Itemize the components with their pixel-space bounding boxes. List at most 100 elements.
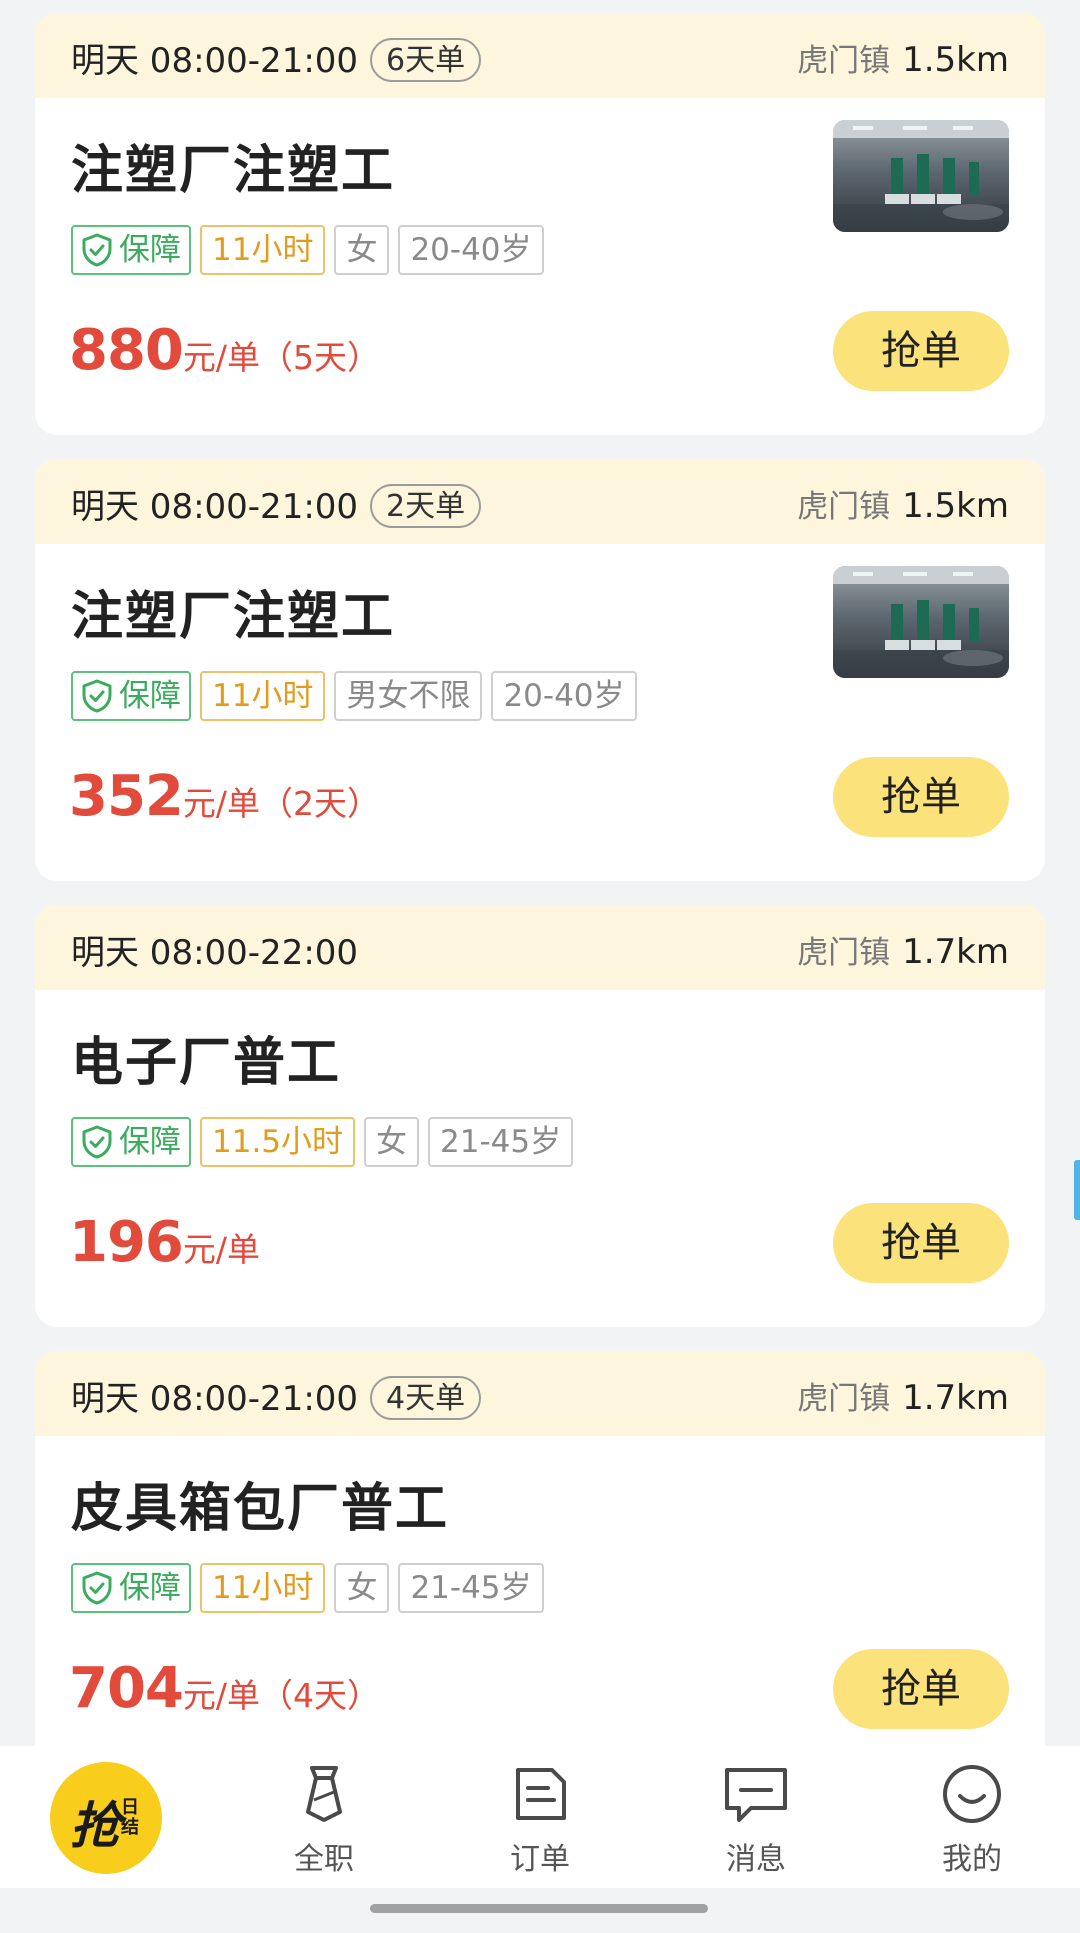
location-distance: 1.7km <box>902 932 1009 972</box>
price-amount: 704 <box>69 1656 184 1721</box>
location-distance: 1.5km <box>902 486 1009 526</box>
price-amount: 880 <box>69 318 184 383</box>
grab-daily-sub-text: 日结 <box>121 1797 139 1838</box>
job-price: 352元/单（2天） <box>69 764 380 829</box>
grab-daily-main-text: 抢 <box>70 1797 120 1855</box>
price-unit: 元/单（2天） <box>182 784 381 823</box>
job-title[interactable]: 注塑厂注塑工 <box>71 574 395 649</box>
hours-tag: 11小时 <box>200 1563 326 1613</box>
location-distance: 1.7km <box>902 1378 1009 1418</box>
location-name: 虎门镇 <box>797 489 891 525</box>
hours-tag: 11小时 <box>200 225 326 275</box>
location-name: 虎门镇 <box>797 935 891 971</box>
tab-label: 全职 <box>294 1842 354 1877</box>
tab-messages[interactable]: 消息 <box>648 1746 864 1888</box>
guarantee-tag: 保障 <box>71 1563 191 1613</box>
price-unit: 元/单（4天） <box>182 1676 381 1715</box>
age-tag: 20-40岁 <box>398 225 544 275</box>
grab-daily-icon[interactable]: 抢 日结 <box>50 1762 162 1874</box>
job-tags: 保障 11.5小时 女 21-45岁 <box>71 1117 574 1167</box>
price-amount: 196 <box>69 1210 184 1275</box>
guarantee-label: 保障 <box>119 232 181 268</box>
days-badge: 4天单 <box>370 1375 482 1420</box>
job-location: 虎门镇 1.5km <box>797 481 1009 526</box>
shield-check-icon <box>82 679 112 713</box>
guarantee-tag: 保障 <box>71 671 191 721</box>
grab-order-button[interactable]: 抢单 <box>833 311 1009 391</box>
shield-check-icon <box>82 1125 112 1159</box>
age-tag: 21-45岁 <box>428 1117 574 1167</box>
job-card[interactable]: 明天 08:00-21:00 4天单 虎门镇 1.7km 皮具箱包厂普工 保障 11… <box>35 1351 1045 1773</box>
message-icon <box>725 1768 787 1822</box>
guarantee-tag: 保障 <box>71 1117 191 1167</box>
tie-icon <box>306 1766 342 1822</box>
tab-fulltime[interactable]: 全职 <box>216 1746 432 1888</box>
gender-tag: 女 <box>334 1563 390 1613</box>
job-time-text: 明天 08:00-21:00 <box>71 487 359 527</box>
job-card-header: 明天 08:00-22:00 虎门镇 1.7km <box>35 905 1045 990</box>
tab-label: 消息 <box>726 1842 786 1877</box>
hours-tag: 11.5小时 <box>200 1117 356 1167</box>
job-price: 196元/单 <box>69 1210 260 1275</box>
age-tag: 20-40岁 <box>491 671 637 721</box>
job-tags: 保障 11小时 女 21-45岁 <box>71 1563 544 1613</box>
grab-order-button[interactable]: 抢单 <box>833 1649 1009 1729</box>
location-name: 虎门镇 <box>797 1381 891 1417</box>
price-unit: 元/单（5天） <box>182 338 381 377</box>
days-badge: 6天单 <box>370 37 482 82</box>
gender-tag: 女 <box>364 1117 420 1167</box>
job-card-header: 明天 08:00-21:00 4天单 虎门镇 1.7km <box>35 1351 1045 1436</box>
tab-orders[interactable]: 订单 <box>432 1746 648 1888</box>
job-time: 明天 08:00-22:00 <box>71 925 358 974</box>
shield-check-icon <box>82 1571 112 1605</box>
location-distance: 1.5km <box>902 40 1009 80</box>
price-amount: 352 <box>69 764 184 829</box>
job-card[interactable]: 明天 08:00-21:00 6天单 虎门镇 1.5km 注塑厂注塑工 保障 1… <box>35 13 1045 435</box>
days-badge: 2天单 <box>370 483 482 528</box>
age-tag: 21-45岁 <box>398 1563 544 1613</box>
job-tags: 保障 11小时 男女不限 20-40岁 <box>71 671 637 721</box>
job-price: 880元/单（5天） <box>69 318 380 383</box>
price-unit: 元/单 <box>182 1230 261 1269</box>
job-time: 明天 08:00-21:00 2天单 <box>71 479 482 531</box>
document-icon <box>516 1768 566 1820</box>
job-card[interactable]: 明天 08:00-21:00 2天单 虎门镇 1.5km 注塑厂注塑工 保障 1… <box>35 459 1045 881</box>
factory-thumbnail[interactable] <box>833 120 1009 232</box>
job-tags: 保障 11小时 女 20-40岁 <box>71 225 544 275</box>
grab-order-button[interactable]: 抢单 <box>833 757 1009 837</box>
tab-label: 订单 <box>510 1842 570 1877</box>
guarantee-tag: 保障 <box>71 225 191 275</box>
guarantee-label: 保障 <box>119 1570 181 1606</box>
job-title[interactable]: 注塑厂注塑工 <box>71 128 395 203</box>
job-title[interactable]: 电子厂普工 <box>71 1020 341 1095</box>
job-card-header: 明天 08:00-21:00 6天单 虎门镇 1.5km <box>35 13 1045 98</box>
smiley-icon <box>943 1765 1001 1823</box>
job-time: 明天 08:00-21:00 6天单 <box>71 33 482 85</box>
job-price: 704元/单（4天） <box>69 1656 380 1721</box>
grab-order-button[interactable]: 抢单 <box>833 1203 1009 1283</box>
job-location: 虎门镇 1.7km <box>797 927 1009 972</box>
edge-float-handle[interactable] <box>1074 1160 1080 1220</box>
factory-thumbnail[interactable] <box>833 566 1009 678</box>
home-indicator[interactable] <box>370 1904 708 1913</box>
gender-tag: 男女不限 <box>334 671 483 721</box>
gender-tag: 女 <box>334 225 390 275</box>
shield-check-icon <box>82 233 112 267</box>
hours-tag: 11小时 <box>200 671 326 721</box>
job-location: 虎门镇 1.7km <box>797 1373 1009 1418</box>
job-time: 明天 08:00-21:00 4天单 <box>71 1371 482 1423</box>
job-title[interactable]: 皮具箱包厂普工 <box>71 1466 449 1541</box>
job-time-text: 明天 08:00-22:00 <box>71 933 359 973</box>
guarantee-label: 保障 <box>119 1124 181 1160</box>
location-name: 虎门镇 <box>797 43 891 79</box>
job-time-text: 明天 08:00-21:00 <box>71 41 359 81</box>
job-card[interactable]: 明天 08:00-22:00 虎门镇 1.7km 电子厂普工 保障 11.5小时 … <box>35 905 1045 1327</box>
job-card-header: 明天 08:00-21:00 2天单 虎门镇 1.5km <box>35 459 1045 544</box>
tab-label: 我的 <box>942 1842 1002 1877</box>
tab-mine[interactable]: 我的 <box>864 1746 1080 1888</box>
guarantee-label: 保障 <box>119 678 181 714</box>
job-location: 虎门镇 1.5km <box>797 35 1009 80</box>
tab-grab-daily[interactable]: 抢 日结 <box>0 1746 216 1888</box>
job-time-text: 明天 08:00-21:00 <box>71 1379 359 1419</box>
bottom-tab-bar: 抢 日结 全职 订单 消息 我的 <box>0 1746 1080 1888</box>
